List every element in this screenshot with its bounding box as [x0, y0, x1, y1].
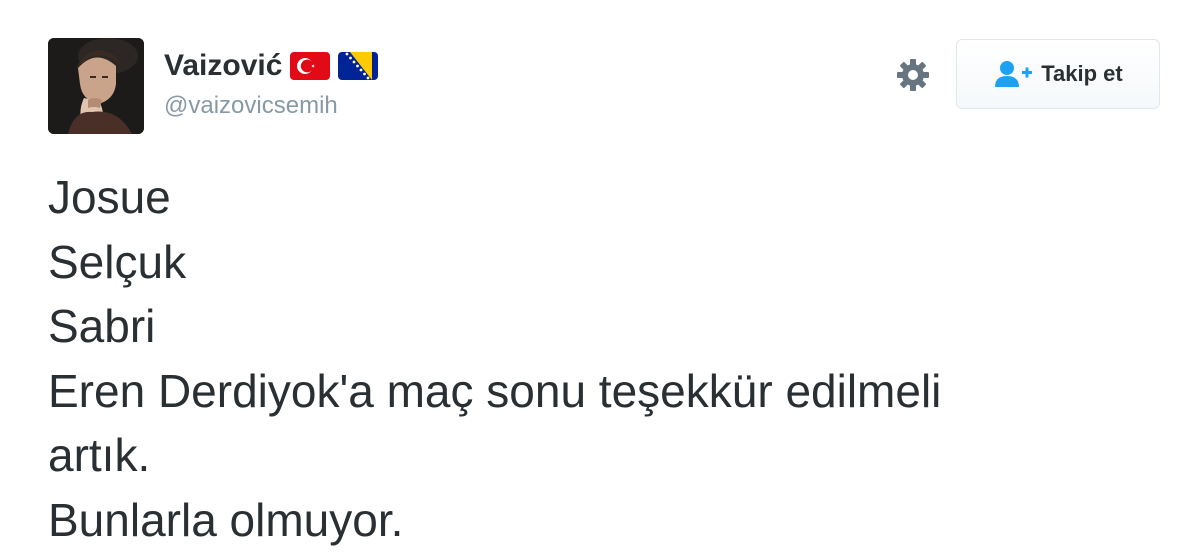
- add-user-icon: [993, 59, 1033, 89]
- display-name[interactable]: Vaizović: [164, 49, 282, 83]
- tweet-line: Josue: [48, 171, 171, 223]
- name-row: Vaizović: [164, 46, 379, 86]
- avatar[interactable]: [48, 38, 144, 134]
- bosnia-flag-icon: [338, 52, 379, 80]
- gear-icon[interactable]: [894, 56, 932, 94]
- tweet-card: Vaizović @vaizovicsemih Takip et Josue S…: [0, 0, 1200, 555]
- follow-button[interactable]: Takip et: [956, 39, 1160, 109]
- tweet-line: Bunlarla olmuyor.: [48, 493, 404, 546]
- user-info: Vaizović @vaizovicsemih: [164, 46, 379, 120]
- tweet-line: artık.: [48, 429, 151, 481]
- avatar-image: [48, 38, 144, 134]
- tweet-text: Josue Selçuk Sabri Eren Derdiyok'a maç s…: [48, 165, 1158, 552]
- turkey-flag-icon: [290, 52, 331, 80]
- tweet-line: Eren Derdiyok'a maç sonu teşekkür edilme…: [48, 364, 942, 417]
- tweet-line: Selçuk: [48, 235, 187, 288]
- follow-button-label: Takip et: [1041, 61, 1123, 86]
- user-handle[interactable]: @vaizovicsemih: [164, 92, 378, 120]
- tweet-line: Sabri: [48, 300, 156, 352]
